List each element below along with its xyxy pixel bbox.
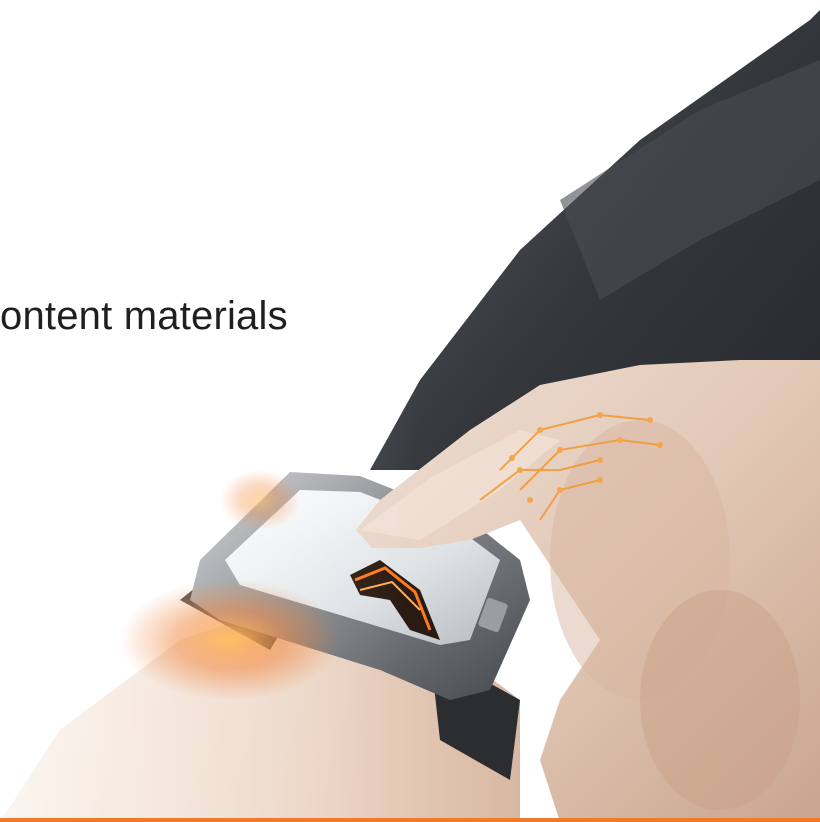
slide-body-text: ontent materials — [0, 294, 288, 338]
presentation-slide: ontent materials — [0, 0, 820, 822]
smartwatch-touch-photo — [0, 0, 820, 822]
accent-bottom-rule — [0, 818, 820, 822]
